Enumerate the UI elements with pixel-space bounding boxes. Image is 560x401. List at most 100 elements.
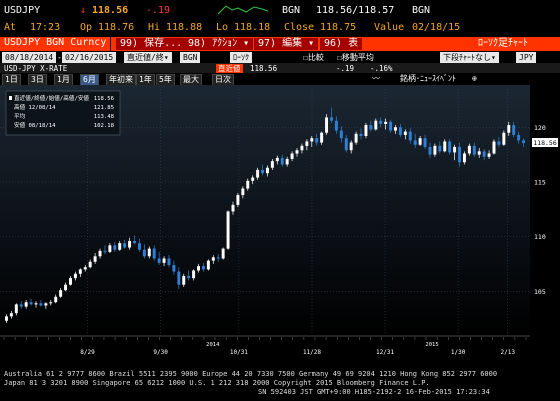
security-info-row: USD-JPY X-RATE 直近値 118.56 -.19 -.16%	[0, 63, 560, 73]
close-value: 118.75	[320, 22, 357, 33]
sparkline-icon	[217, 2, 269, 19]
candle-chart-title: ﾛｰｿｸ足ﾁｬｰﾄ	[478, 38, 528, 49]
candle-up	[78, 269, 82, 274]
x-tick-label: 8/29	[80, 349, 95, 356]
x-tick-label: 1/30	[451, 349, 466, 356]
lower-chart-dropdown[interactable]: 下段ﾁｬｰﾄなし▾	[440, 52, 499, 63]
actions-menu[interactable]: 98) ｱｸｼｮﾝ ▾	[184, 38, 254, 50]
candle-down	[177, 271, 181, 285]
footer: Australia 61 2 9777 8600 Brazil 5511 239…	[0, 368, 560, 401]
footer-line-3: SN 592403 JST GMT+9:00 H185-2192-2 16-Fe…	[258, 388, 490, 396]
period-toolbar: 1日 3日 1月 6月 年初来 1年 5年 最大 日次 〰 銘柄･ﾆｭｰｽｲﾍﾞ…	[0, 73, 560, 86]
candle-up	[34, 303, 38, 305]
candle-down	[482, 151, 486, 157]
candle-up	[320, 132, 324, 143]
candle-down	[379, 120, 383, 124]
x-tick-label: 10/31	[230, 349, 248, 356]
candle-up	[69, 278, 72, 285]
candle-up	[507, 125, 511, 133]
candle-up	[467, 145, 471, 154]
open-value: 118.76	[98, 22, 135, 33]
candle-up	[98, 250, 102, 257]
candle-up	[24, 302, 28, 307]
candle-up	[226, 211, 230, 249]
legend-row-high: 高値 12/08/14	[14, 103, 56, 111]
x-tick-label: 11/28	[303, 349, 321, 356]
candle-up	[310, 138, 314, 142]
candle-up	[83, 267, 87, 270]
pct-change-value: -.16%	[370, 64, 393, 73]
compare-checkbox[interactable]: ☐比較	[300, 52, 327, 63]
chart-type-dropdown[interactable]: ﾛｰｿｸ	[230, 52, 252, 63]
candle-up	[93, 256, 97, 262]
candle-up	[192, 270, 196, 279]
candle-down	[330, 117, 333, 121]
candle-down	[157, 258, 161, 263]
last-value-tag: 118.56	[532, 138, 558, 148]
trendline-icon[interactable]: 〰	[372, 74, 380, 84]
candle-up	[236, 195, 240, 205]
start-date-field[interactable]: 08/18/2014	[2, 52, 57, 63]
source-label-2: BGN	[412, 5, 431, 16]
y-tick-label: 105	[534, 288, 546, 296]
table-menu[interactable]: 96) 表	[320, 38, 363, 50]
candle-up	[502, 132, 506, 145]
candle-up	[9, 313, 13, 317]
candle-down	[369, 125, 373, 130]
price-type-dropdown[interactable]: 直近値/終▾	[124, 52, 172, 63]
candle-up	[64, 284, 68, 291]
candle-up	[462, 153, 466, 163]
candlestick-chart[interactable]: 105 110 115 120 8/29 9/30 10/31 11/28 12/31 1/30…	[0, 85, 560, 368]
x-year-label: 2015	[425, 342, 438, 348]
candle-up	[354, 133, 358, 143]
quote-header: USDJPY ↓ 118.56 -.19 BGN 118.56/118.57 B…	[0, 0, 560, 20]
legend-row-last: 直近値/終値/始値/高値/安値	[14, 94, 89, 102]
legend-row-low: 安値 08/18/14	[14, 121, 56, 129]
currency-dropdown[interactable]: JPY	[516, 52, 537, 63]
zoom-icon[interactable]: ⊕	[472, 74, 477, 84]
last-value-label: 直近値	[216, 64, 243, 73]
save-menu[interactable]: 99) 保存...	[116, 38, 187, 50]
footer-line-2: Japan 81 3 3201 8900 Singapore 65 6212 1…	[4, 379, 430, 387]
candle-down	[29, 302, 33, 305]
candle-down	[39, 303, 43, 306]
candle-up	[49, 302, 53, 304]
moving-average-checkbox[interactable]: ☐移動平均	[334, 52, 377, 63]
candle-up	[231, 204, 235, 212]
legend: 直近値/終値/始値/高値/安値 118.56 高値 12/08/14 121.8…	[5, 90, 121, 136]
legend-value-low: 102.18	[94, 123, 115, 129]
candle-up	[275, 157, 279, 162]
candle-up	[394, 127, 397, 131]
candle-down	[497, 141, 501, 145]
candle-up	[364, 125, 368, 137]
low-value: 118.18	[234, 22, 271, 33]
high-label: Hi	[148, 22, 161, 33]
candle-up	[59, 290, 63, 297]
candle-up	[221, 248, 225, 259]
candle-up	[147, 248, 151, 257]
events-dropdown[interactable]: 銘柄･ﾆｭｰｽｲﾍﾞﾝﾄ	[400, 74, 456, 84]
candle-down	[423, 138, 427, 147]
x-tick-label: 2/13	[501, 349, 516, 356]
candle-down	[472, 145, 476, 155]
candle-down	[512, 125, 516, 135]
edit-menu[interactable]: 97) 編集 ▾	[254, 38, 319, 50]
y-tick-label: 115	[534, 178, 546, 186]
candle-up	[325, 117, 329, 133]
source-field[interactable]: BGN	[180, 52, 201, 63]
ticker: USDJPY	[4, 5, 41, 16]
security-name[interactable]: USDJPY BGN Curncy	[0, 37, 112, 51]
candle-up	[54, 296, 58, 303]
candle-down	[201, 266, 205, 270]
price-change: -.19	[146, 5, 171, 16]
candle-down	[398, 127, 402, 135]
candle-down	[152, 248, 156, 259]
change-value: -.19	[336, 64, 355, 73]
function-bar: USDJPY BGN Curncy 99) 保存... 98) ｱｸｼｮﾝ ▾ …	[0, 37, 560, 51]
close-label: Close	[284, 22, 315, 33]
candle-down	[522, 140, 526, 144]
candle-up	[433, 145, 437, 155]
candle-up	[4, 316, 8, 321]
x-tick-label: 9/30	[153, 349, 168, 356]
end-date-field[interactable]: 02/16/2015	[62, 52, 117, 63]
